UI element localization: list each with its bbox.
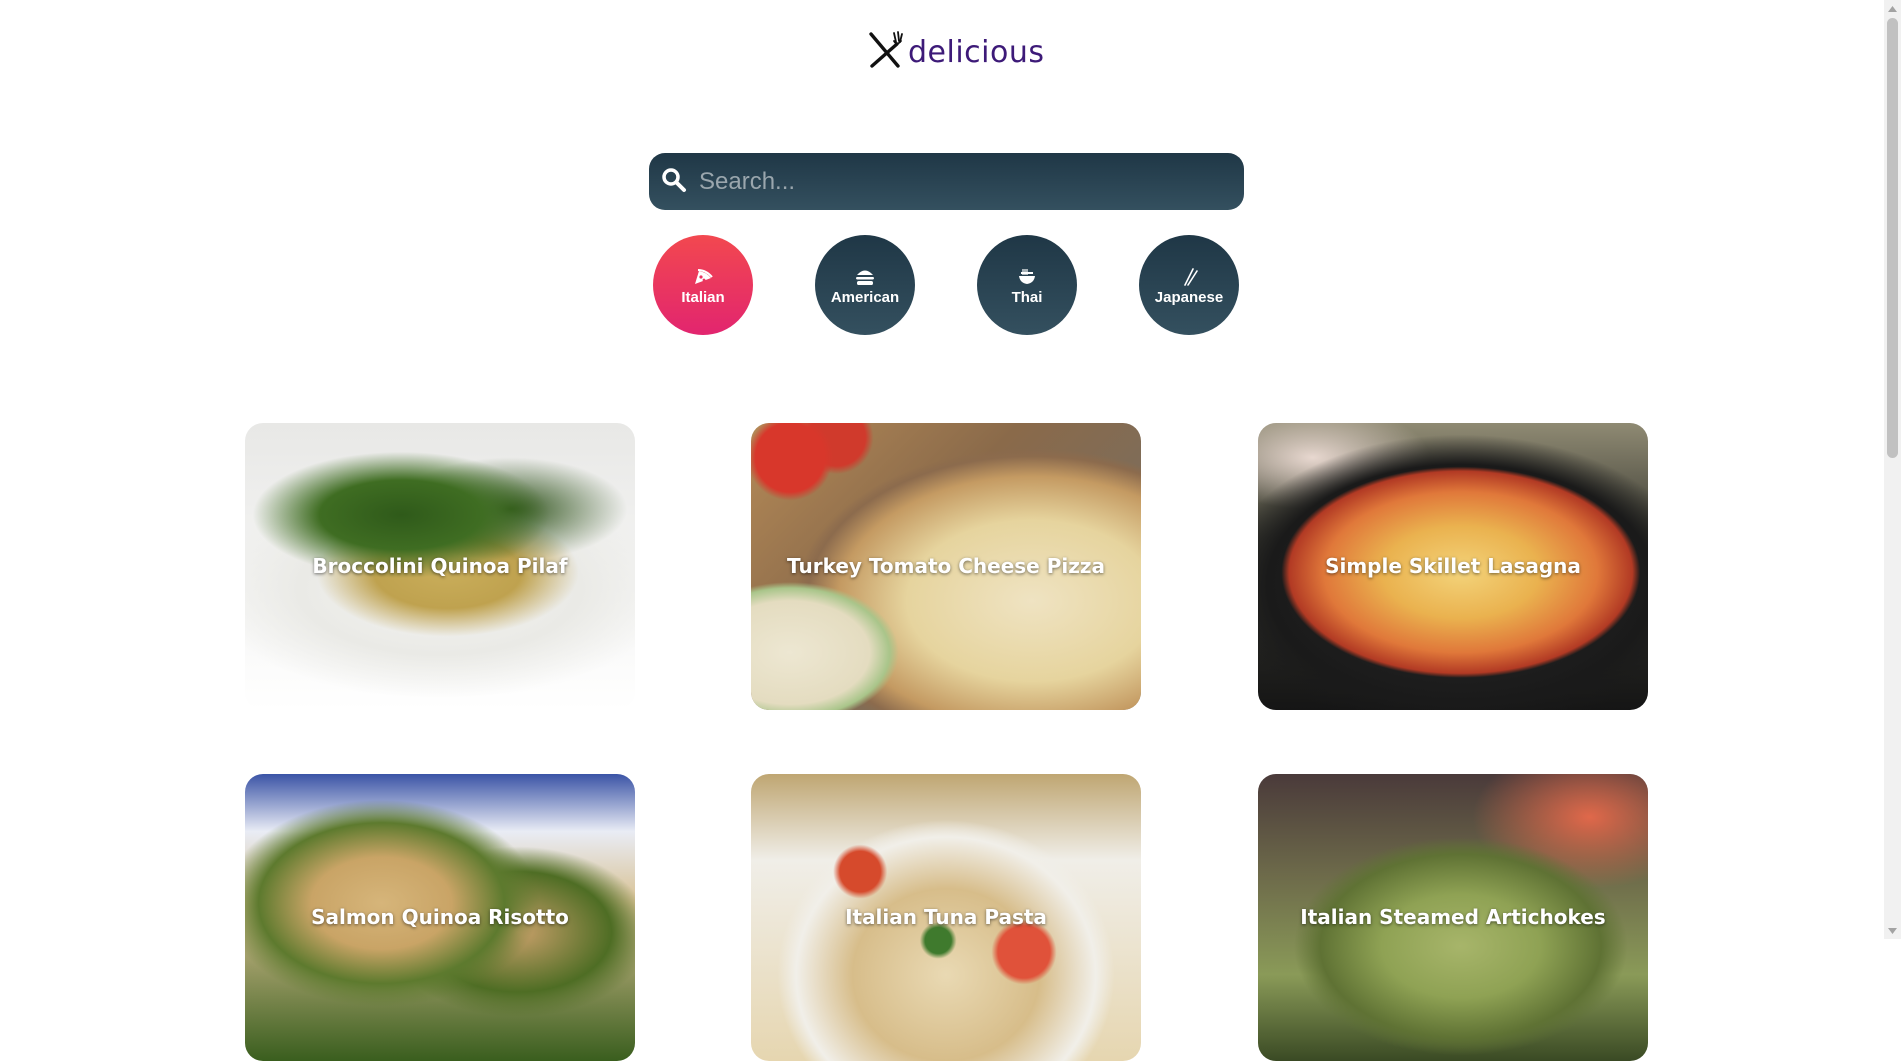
category-label: Japanese <box>1154 289 1224 306</box>
recipe-card[interactable]: Turkey Tomato Cheese Pizza <box>751 423 1141 710</box>
category-thai[interactable]: Thai <box>977 235 1077 335</box>
recipe-title: Turkey Tomato Cheese Pizza <box>787 554 1105 578</box>
recipe-title: Salmon Quinoa Risotto <box>311 905 569 929</box>
burger-icon <box>855 264 875 286</box>
recipe-card[interactable]: Simple Skillet Lasagna <box>1258 423 1648 710</box>
category-label: Thai <box>1011 289 1043 306</box>
category-italian[interactable]: Italian <box>653 235 753 335</box>
category-japanese[interactable]: Japanese <box>1139 235 1239 335</box>
fork-knife-icon <box>866 30 904 75</box>
recipe-title: Italian Tuna Pasta <box>845 905 1047 929</box>
vertical-scrollbar[interactable] <box>1884 0 1901 939</box>
recipe-card[interactable]: Italian Steamed Artichokes <box>1258 774 1648 1061</box>
recipe-card[interactable]: Salmon Quinoa Risotto <box>245 774 635 1061</box>
noodle-bowl-icon <box>1017 264 1037 286</box>
recipe-title: Italian Steamed Artichokes <box>1300 905 1606 929</box>
logo-text: delicious <box>908 35 1045 70</box>
logo[interactable]: delicious <box>866 30 1045 75</box>
search-bar <box>649 153 1244 210</box>
recipe-card[interactable]: Broccolini Quinoa Pilaf <box>245 423 635 710</box>
recipe-title: Broccolini Quinoa Pilaf <box>312 554 568 578</box>
pizza-icon <box>693 264 713 286</box>
category-label: American <box>830 289 900 306</box>
scroll-thumb[interactable] <box>1887 18 1898 458</box>
scroll-up-arrow-icon[interactable] <box>1884 0 1901 17</box>
scroll-down-arrow-icon[interactable] <box>1884 922 1901 939</box>
recipe-card[interactable]: Italian Tuna Pasta <box>751 774 1141 1061</box>
chopsticks-icon <box>1179 264 1199 286</box>
search-icon <box>661 167 687 198</box>
category-american[interactable]: American <box>815 235 915 335</box>
page: delicious Italian <box>0 0 1884 1061</box>
recipe-title: Simple Skillet Lasagna <box>1325 554 1581 578</box>
category-label: Italian <box>681 289 725 306</box>
search-input[interactable] <box>697 161 1231 203</box>
